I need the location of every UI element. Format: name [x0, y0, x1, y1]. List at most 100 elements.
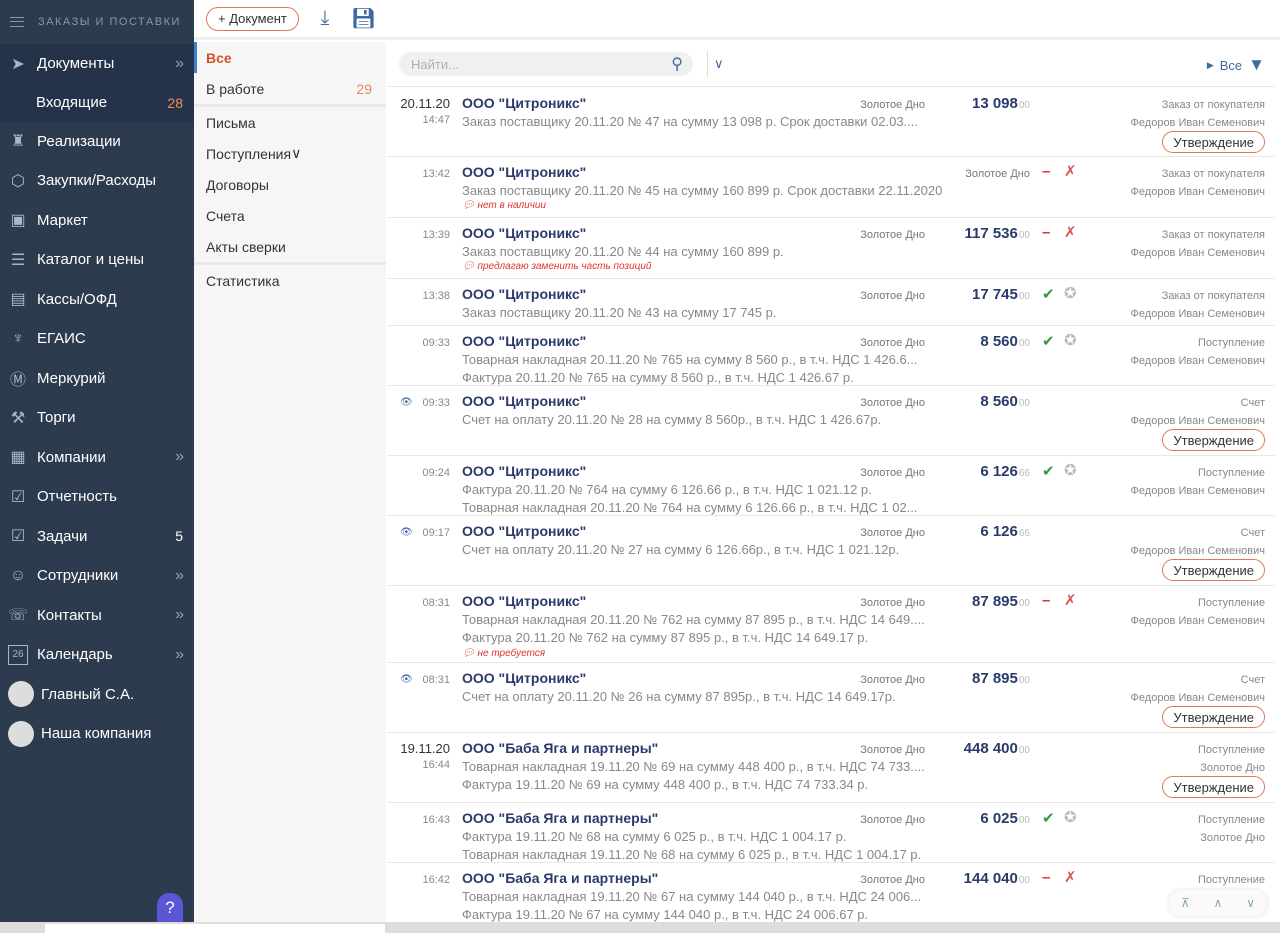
sidebar-item-5[interactable]: ▤ Кассы/ОФД: [0, 280, 194, 320]
filter-item-0[interactable]: Все: [194, 42, 386, 73]
add-document-button[interactable]: + Документ: [206, 6, 299, 31]
company-icon: ▦: [10, 449, 26, 467]
double-chevron-right-icon[interactable]: »: [175, 567, 184, 585]
double-chevron-right-icon[interactable]: »: [175, 448, 184, 466]
sidebar-item-2[interactable]: ⬡ Закупки/Расходы: [0, 161, 194, 201]
sidebar-item-4[interactable]: ☰ Каталог и цены: [0, 240, 194, 280]
sidebar-item-16[interactable]: Наша компания: [0, 714, 194, 754]
table-row[interactable]: 13:42 ООО "Цитроникс" Золотое Дно – ✗ Заказ п…: [387, 157, 1275, 218]
row-time: 13:38: [422, 290, 450, 302]
check-icon: ✔: [1042, 810, 1055, 827]
double-chevron-right-icon[interactable]: »: [175, 646, 184, 664]
row-description: Счет на оплату 20.11.20 № 27 на сумму 6 …: [462, 542, 900, 557]
row-counterparty[interactable]: ООО "Баба Яга и партнеры": [462, 810, 658, 826]
sidebar-item-0[interactable]: ➤ Документы »: [0, 44, 194, 84]
table-row[interactable]: 09:24 ООО "Цитроникс" Золотое Дно 6 12666 ✔ ✪…: [387, 456, 1275, 516]
filter-item-4[interactable]: Договоры: [194, 169, 386, 200]
save-icon[interactable]: 💾︎: [351, 6, 376, 31]
cart-icon: ▣: [10, 212, 26, 230]
double-chevron-right-icon[interactable]: »: [175, 55, 184, 73]
sidebar-item-13[interactable]: ☏ Контакты »: [0, 596, 194, 636]
table-row[interactable]: 16:42 ООО "Баба Яга и партнеры" Золотое Дн…: [387, 863, 1275, 922]
row-time: 08:31: [422, 597, 450, 609]
row-counterparty[interactable]: ООО "Цитроникс": [462, 523, 586, 539]
search-input[interactable]: [411, 56, 651, 72]
row-counterparty[interactable]: ООО "Баба Яга и партнеры": [462, 740, 658, 756]
row-time: 09:33: [422, 337, 450, 349]
filter-item-3[interactable]: Поступления ∨: [194, 138, 386, 169]
row-doc-type: Счет: [1240, 527, 1265, 539]
table-row[interactable]: 09:17 👁︎ ООО "Цитроникс" Золотое Дно 6 12666…: [387, 516, 1275, 586]
menu-icon[interactable]: [10, 17, 24, 27]
table-row[interactable]: 13:38 ООО "Цитроникс" Золотое Дно 17 74500 ✔…: [387, 279, 1275, 326]
row-description: Счет на оплату 20.11.20 № 26 на сумму 87…: [462, 689, 896, 704]
double-chevron-right-icon[interactable]: »: [175, 606, 184, 624]
row-description-2: Фактура 20.11.20 № 765 на сумму 8 560 р.…: [462, 370, 854, 385]
filter-item-1[interactable]: В работе 29: [194, 73, 386, 104]
table-row[interactable]: 16:43 ООО "Баба Яга и партнеры" Золотое Дн…: [387, 803, 1275, 863]
sidebar-item-11[interactable]: ☑ Задачи 5: [0, 517, 194, 557]
sidebar-item-14[interactable]: 26 Календарь »: [0, 635, 194, 675]
sidebar-item-8[interactable]: ⚒ Торги: [0, 398, 194, 438]
approval-button[interactable]: Утверждение: [1162, 131, 1265, 153]
row-counterparty[interactable]: ООО "Баба Яга и партнеры": [462, 870, 658, 886]
minus-icon: –: [1042, 224, 1051, 241]
row-counterparty[interactable]: ООО "Цитроникс": [462, 286, 586, 302]
row-amount: 13 09800: [910, 95, 1030, 112]
amount-cents: 00: [1018, 398, 1030, 409]
filter-label: Все: [1219, 57, 1243, 73]
check-icon: ✔: [1042, 463, 1055, 480]
sidebar-item-incoming[interactable]: Входящие 28: [0, 83, 194, 122]
sidebar-item-10[interactable]: ☑ Отчетность: [0, 477, 194, 517]
sidebar-item-7[interactable]: Ⓜ Меркурий: [0, 359, 194, 399]
scroll-down-icon[interactable]: ∨: [1246, 896, 1255, 910]
row-counterparty[interactable]: ООО "Цитроникс": [462, 333, 586, 349]
sidebar-item-label: ЕГАИС: [37, 330, 86, 348]
row-amount: 6 12666: [910, 523, 1030, 540]
row-counterparty[interactable]: ООО "Цитроникс": [462, 670, 586, 686]
filter-item-2[interactable]: Письма: [194, 107, 386, 138]
approval-button[interactable]: Утверждение: [1162, 429, 1265, 451]
search-box[interactable]: ⚲: [399, 52, 693, 76]
check-icon: ✔: [1042, 333, 1055, 350]
search-icon[interactable]: ⚲: [671, 54, 683, 74]
sidebar-item-9[interactable]: ▦ Компании »: [0, 438, 194, 478]
table-row[interactable]: 08:31 ООО "Цитроникс" Золотое Дно 87 89500–…: [387, 586, 1275, 663]
approval-button[interactable]: Утверждение: [1162, 559, 1265, 581]
sidebar-item-15[interactable]: Главный С.А.: [0, 675, 194, 715]
table-row[interactable]: 19.11.20 16:44 ООО "Баба Яга и партнеры" Зо…: [387, 733, 1275, 803]
filter-button[interactable]: ▶ Все ▼: [1207, 55, 1265, 75]
chevron-down-icon[interactable]: ∨: [714, 56, 724, 72]
table-row[interactable]: 09:33 ООО "Цитроникс" Золотое Дно 8 56000 ✔ ✪…: [387, 326, 1275, 386]
sidebar-item-label: Главный С.А.: [41, 685, 135, 703]
funnel-icon[interactable]: ▼: [1248, 55, 1265, 75]
row-counterparty[interactable]: ООО "Цитроникс": [462, 393, 586, 409]
table-row[interactable]: 20.11.20 14:47 ООО "Цитроникс" Золотое Дно 1…: [387, 88, 1275, 157]
sidebar-item-6[interactable]: ♆ ЕГАИС: [0, 319, 194, 359]
sidebar-item-1[interactable]: ♜ Реализации: [0, 122, 194, 162]
filter-item-7[interactable]: Статистика: [194, 265, 386, 296]
help-button[interactable]: ?: [157, 893, 183, 923]
taskbar-field: [45, 924, 385, 933]
amount-value: 6 126: [980, 523, 1018, 540]
row-counterparty[interactable]: ООО "Цитроникс": [462, 593, 586, 609]
row-counterparty[interactable]: ООО "Цитроникс": [462, 164, 586, 180]
row-counterparty[interactable]: ООО "Цитроникс": [462, 225, 586, 241]
approval-button[interactable]: Утверждение: [1162, 706, 1265, 728]
table-row[interactable]: 08:31 👁︎ ООО "Цитроникс" Золотое Дно 87 8950…: [387, 663, 1275, 733]
section-header[interactable]: ЗАКАЗЫ И ПОСТАВКИ: [0, 0, 194, 44]
row-counterparty[interactable]: ООО "Цитроникс": [462, 95, 586, 111]
scroll-top-icon[interactable]: ⊼: [1181, 896, 1190, 910]
sidebar-item-label: Документы: [37, 55, 115, 73]
filter-item-6[interactable]: Акты сверки: [194, 231, 386, 262]
download-icon[interactable]: ⤓: [314, 7, 336, 30]
table-row[interactable]: 09:33 👁︎ ООО "Цитроникс" Золотое Дно 8 56000…: [387, 386, 1275, 456]
table-row[interactable]: 13:39 ООО "Цитроникс" Золотое Дно 117 53600…: [387, 218, 1275, 279]
chevron-down-icon[interactable]: ∨: [291, 145, 301, 162]
approval-button[interactable]: Утверждение: [1162, 776, 1265, 798]
sidebar-item-3[interactable]: ▣ Маркет: [0, 201, 194, 241]
row-counterparty[interactable]: ООО "Цитроникс": [462, 463, 586, 479]
sidebar-item-12[interactable]: ☺ Сотрудники »: [0, 556, 194, 596]
filter-item-5[interactable]: Счета: [194, 200, 386, 231]
scroll-up-icon[interactable]: ∧: [1214, 896, 1223, 910]
